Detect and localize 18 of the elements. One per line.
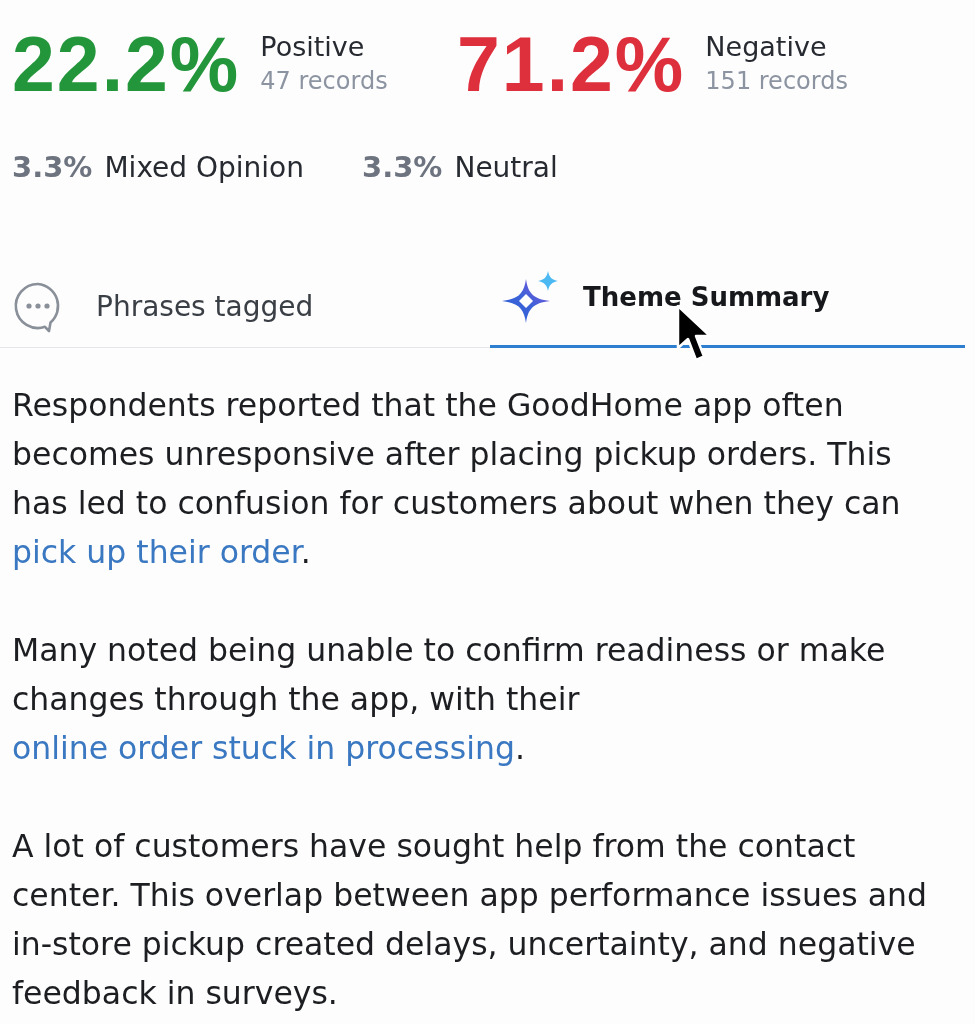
summary-paragraph: Many noted being unable to confirm readiness or make changes through the app, with their online order stuck in processing. <box>12 631 887 768</box>
sentiment-label: Neutral <box>454 150 558 186</box>
sentiment-label: Negative <box>705 30 827 64</box>
percentage-value: 3.3% <box>12 149 93 186</box>
percentage-value: 3.3% <box>362 149 443 186</box>
sparkle-icon <box>502 270 559 323</box>
summary-paragraph: Respondents reported that the GoodHome app often becomes unresponsive after placing pickup orders. This has led to confusion for customers about when they can pick up their order. <box>12 386 902 572</box>
text-link[interactable]: pick up their order <box>12 534 301 570</box>
text-link[interactable]: online order stuck in processing <box>12 730 515 766</box>
summary-paragraph: A lot of customers have sought help from the contact center. This overlap between app performance issues and in-store pickup created delays, uncertainty, and negative feedback in surveys. <box>12 827 929 1013</box>
percentage-value: 22.2% <box>12 26 241 103</box>
sentiment-label: Mixed Opinion <box>104 150 304 186</box>
tab[interactable]: Phrases tagged <box>0 270 490 348</box>
sentiment-label: Positive <box>260 30 365 64</box>
percentage-value: 71.2% <box>457 26 686 103</box>
record-count: 47 records <box>260 66 388 97</box>
record-count: 151 records <box>705 66 848 97</box>
tab[interactable]: Theme Summary <box>490 270 965 348</box>
